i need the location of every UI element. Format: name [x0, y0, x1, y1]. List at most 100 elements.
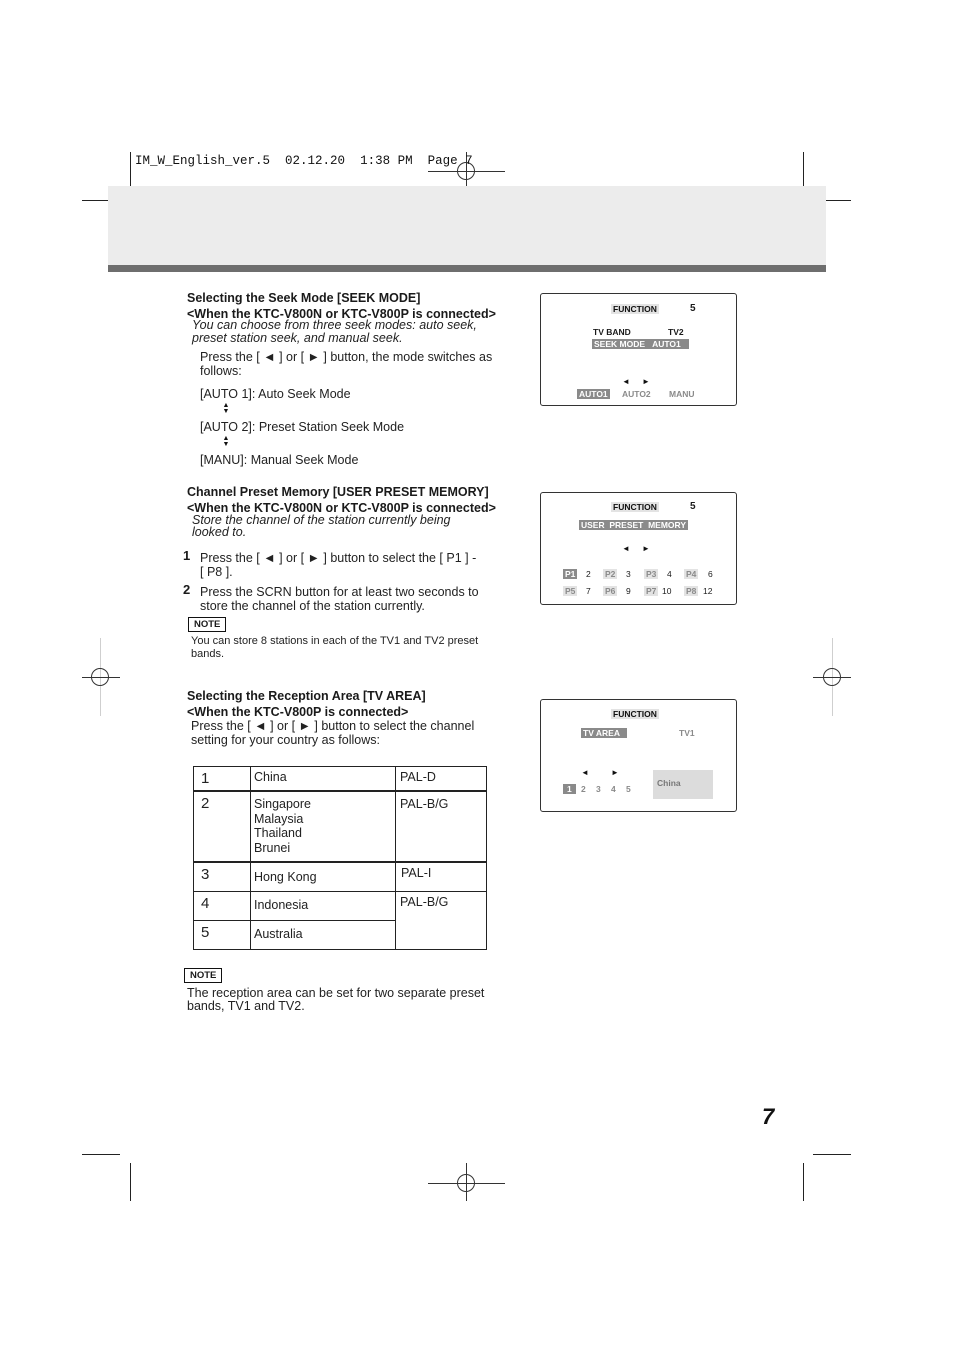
country-display-text: China	[657, 778, 681, 788]
preset-label: P5	[563, 586, 578, 596]
step-1-line-1: Press the [ ◄ ] or [ ► ] button to selec…	[200, 551, 477, 565]
country: Thailand	[254, 826, 302, 840]
right-arrow-icon: ►	[642, 377, 650, 386]
step-2-line-1: Press the SCRN button for at least two s…	[200, 585, 479, 599]
area-number: 1	[193, 766, 251, 792]
preset-note-line-1: You can store 8 stations in each of the …	[191, 635, 479, 647]
country: Hong Kong	[254, 870, 317, 884]
function-number: 5	[690, 501, 696, 512]
area-number: 4	[193, 891, 251, 921]
preset-label: P8	[684, 586, 699, 596]
tv-area-note-line-1: The reception area can be set for two se…	[187, 986, 485, 1000]
function-label: FUNCTION	[611, 304, 659, 314]
area-option: 4	[611, 784, 616, 794]
preset-channel: 10	[662, 586, 672, 596]
tv-area-screen: FUNCTION TV AREA TV1 ◄ ► 1 2 3 4 5 China	[540, 699, 737, 812]
tv-area-instruction-2: setting for your country as follows:	[191, 733, 380, 747]
seek-mode-label: SEEK MODE	[594, 339, 646, 349]
table-row: 3 Hong Kong PAL-I	[193, 861, 487, 892]
up-down-arrow-icon: ▲ ▼	[222, 435, 230, 448]
function-number: 5	[690, 303, 696, 314]
country: China	[254, 770, 287, 784]
area-countries: China	[250, 766, 396, 792]
preset-label: P3	[644, 569, 659, 579]
tv-area-title: Selecting the Reception Area [TV AREA]	[187, 689, 426, 703]
country: Indonesia	[254, 898, 309, 912]
preset-memory-screen: FUNCTION 5 USER PRESET MEMORY ◄ ► P1 2 P…	[540, 492, 737, 605]
area-option: 5	[626, 784, 631, 794]
area-system: PAL-B/G	[395, 891, 487, 950]
seek-mode-row: SEEK MODE AUTO1	[592, 339, 689, 349]
preset-memory-title: Channel Preset Memory [USER PRESET MEMOR…	[187, 485, 489, 499]
country: Australia	[254, 927, 303, 941]
note-label: NOTE	[188, 617, 227, 632]
crop-mark	[82, 1154, 120, 1155]
user-preset-memory-label: USER PRESET MEMORY	[579, 520, 689, 530]
left-arrow-icon: ◄	[581, 768, 589, 777]
function-label: FUNCTION	[611, 502, 659, 512]
option-auto1: AUTO1	[577, 389, 610, 399]
right-arrow-icon: ►	[642, 544, 650, 553]
preset-label: P4	[684, 569, 699, 579]
country-display: China	[653, 770, 713, 799]
seek-mode-title: Selecting the Seek Mode [SEEK MODE]	[187, 291, 421, 305]
tv-area-instruction-1: Press the [ ◄ ] or [ ► ] button to selec…	[191, 719, 475, 733]
tv-band-label: TV BAND	[593, 327, 631, 337]
crop-mark	[130, 1163, 131, 1201]
option-auto2: AUTO2	[622, 389, 651, 399]
seek-mode-option-manu: [MANU]: Manual Seek Mode	[200, 453, 359, 467]
crop-mark	[803, 1163, 804, 1201]
preset-channel: 4	[667, 569, 672, 579]
seek-mode-option-auto2: [AUTO 2]: Preset Station Seek Mode	[200, 420, 405, 434]
registration-circle-icon	[91, 668, 109, 686]
preset-memory-intro-2: looked to.	[192, 525, 247, 539]
area-option: 2	[581, 784, 586, 794]
page-number: 7	[762, 1104, 775, 1129]
area-countries: Indonesia	[250, 891, 396, 921]
seek-mode-option-auto1: [AUTO 1]: Auto Seek Mode	[200, 387, 351, 401]
area-countries: Singapore Malaysia Thailand Brunei	[250, 790, 396, 863]
country: Singapore	[254, 797, 311, 811]
print-slug: IM_W_English_ver.5 02.12.20 1:38 PM Page…	[135, 154, 473, 168]
slug-page: Page 7	[427, 154, 473, 168]
slug-file: IM_W_English_ver.5	[135, 154, 271, 168]
area-option: 1	[563, 784, 576, 794]
preset-channel: 7	[586, 586, 591, 596]
slug-time: 1:38 PM	[360, 154, 413, 168]
seek-mode-value: AUTO1	[652, 339, 681, 349]
area-countries: Hong Kong	[250, 861, 396, 892]
area-number: 2	[193, 790, 251, 863]
tv-band-value: TV1	[679, 728, 695, 738]
area-system: PAL-I	[395, 861, 487, 892]
seek-mode-instruction-2: follows:	[200, 364, 242, 378]
preset-channel: 6	[708, 569, 713, 579]
preset-label: P1	[563, 569, 578, 579]
reception-area-table: 1 China PAL-D 2 Singapore Malaysia Thail…	[193, 766, 487, 950]
step-1-line-2: [ P8 ].	[200, 565, 233, 579]
header-band	[108, 186, 826, 266]
seek-mode-screen: FUNCTION 5 TV BAND TV2 SEEK MODE AUTO1 ◄…	[540, 293, 737, 406]
option-manu: MANU	[669, 389, 695, 399]
country: Malaysia	[254, 811, 304, 826]
area-number: 3	[193, 861, 251, 892]
preset-label: P2	[603, 569, 618, 579]
preset-channel: 12	[703, 586, 713, 596]
area-system: PAL-B/G	[395, 790, 487, 863]
preset-note-line-2: bands.	[191, 648, 225, 660]
registration-circle-icon	[457, 1174, 475, 1192]
table-row: 4 Indonesia PAL-B/G	[193, 891, 487, 950]
country: Brunei	[254, 840, 291, 855]
left-arrow-icon: ◄	[622, 544, 630, 553]
slug-date: 02.12.20	[285, 154, 346, 168]
area-system: PAL-D	[395, 766, 487, 792]
right-arrow-icon: ►	[611, 768, 619, 777]
table-row: 2 Singapore Malaysia Thailand Brunei PAL…	[193, 790, 487, 863]
crop-mark	[813, 1154, 851, 1155]
function-label: FUNCTION	[611, 709, 659, 719]
table-row: 1 China PAL-D	[193, 766, 487, 792]
tv-band-value: TV2	[668, 327, 684, 337]
preset-label: P7	[644, 586, 659, 596]
preset-channel: 2	[586, 569, 591, 579]
step-number: 2	[183, 582, 191, 597]
tv-area-condition: <When the KTC-V800P is connected>	[187, 705, 409, 719]
